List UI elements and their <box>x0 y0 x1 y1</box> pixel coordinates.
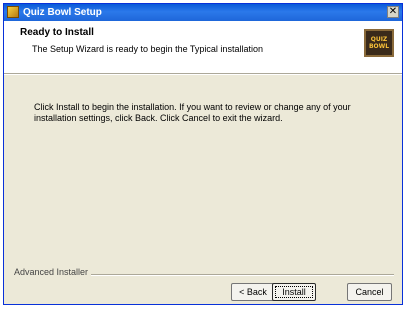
page-title: Ready to Install <box>20 27 94 38</box>
title-bar[interactable]: Quiz Bowl Setup ✕ <box>4 4 402 21</box>
window-title: Quiz Bowl Setup <box>23 7 102 18</box>
header-banner: Ready to Install The Setup Wizard is rea… <box>4 21 402 73</box>
install-button[interactable]: Install <box>272 283 316 301</box>
quiz-bowl-logo: QUIZ BOWL <box>364 29 394 57</box>
setup-window: Quiz Bowl Setup ✕ Ready to Install The S… <box>3 3 403 305</box>
header-divider <box>4 73 402 75</box>
logo-text: QUIZ BOWL <box>368 36 390 50</box>
footer-divider <box>64 274 394 276</box>
installer-brand-label: Advanced Installer <box>14 267 92 277</box>
cancel-button[interactable]: Cancel <box>347 283 392 301</box>
instructions-text: Click Install to begin the installation.… <box>34 102 351 123</box>
close-button[interactable]: ✕ <box>387 6 399 18</box>
page-subtitle: The Setup Wizard is ready to begin the T… <box>32 44 263 54</box>
setup-app-icon <box>7 6 19 18</box>
back-button[interactable]: < Back <box>231 283 275 301</box>
close-icon: ✕ <box>388 6 398 17</box>
